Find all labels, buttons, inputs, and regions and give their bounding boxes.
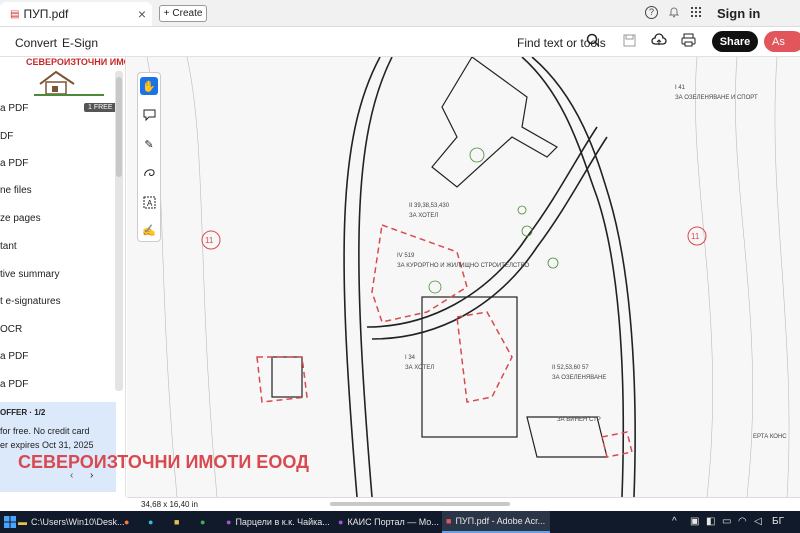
app-window: ▤ ПУП.pdf × + Create ? Sign in Convert E… [0,0,800,533]
company-logo: СЕВЕРОИЗТОЧНИ ИМОТИ [26,57,125,99]
ai-assistant-button[interactable]: As [764,31,800,52]
print-icon[interactable] [681,33,696,50]
taskbar-item-label: КАИС Портал — Мо... [347,517,439,527]
browser-icon: ● [226,517,232,527]
edge-icon[interactable]: ● [144,511,157,533]
tab-title: ПУП.pdf [23,7,69,21]
resort-desc: ЗА КУРОРТНО И ЖИЛИЩНО СТРОИТЕЛСТВО [397,263,529,269]
logo-text: СЕВЕРОИЗТОЧНИ ИМОТИ [26,57,125,67]
green2-desc: ЗА ОЗЕЛЕНЯВАНЕ [552,375,606,381]
sign-icon[interactable]: ✍ [140,221,158,239]
horizontal-scrollbar[interactable] [330,502,510,506]
plus-icon: + [163,8,170,19]
explorer-icon[interactable]: ■ [170,511,183,533]
tray-app-icon[interactable]: ▣ [690,516,699,527]
free-badge: 1 FREE [84,103,117,112]
pdf-icon: ▤ [10,8,20,20]
sidebar-scrollbar-thumb[interactable] [116,77,122,177]
browser-tab-bar: ▤ ПУП.pdf × + Create ? Sign in [0,0,800,27]
acrobat-icon: ■ [446,516,452,526]
convert-menu[interactable]: Convert [15,36,57,50]
hotel2-label: I 34 [405,355,416,361]
zone1-desc: ЗА ОЗЕЛЕНЯВАНЕ И СПОРТ [675,95,758,101]
taskbar-item-parceli[interactable]: ● Парцели в к.к. Чайка... [222,511,330,533]
erta-label: ЕРТА КОНС [753,434,787,440]
offer-panel: OFFER · 1/2 for free. No credit card er … [0,402,116,492]
watermark-text: СЕВЕРОИЗТОЧНИ ИМОТИ ЕООД [18,452,309,472]
firefox-icon[interactable]: ● [120,511,133,533]
hand-tool-icon[interactable]: ✋ [140,77,158,95]
pdf-document-view[interactable]: I 41 ЗА ОЗЕЛЕНЯВАНЕ И СПОРТ II 39,38,53,… [127,57,800,497]
sidebar-item-3[interactable]: ne files [0,185,32,196]
tray-device-icon[interactable]: ▭ [722,516,731,527]
sidebar-item-1[interactable]: DF [0,131,13,142]
comment-icon[interactable] [140,106,158,124]
cloud-upload-icon[interactable] [651,33,667,50]
pen-icon[interactable]: ✎ [140,135,158,153]
hotel1-label: II 39,38,53,430 [409,203,450,209]
main-toolbar: Convert E-Sign Find text or tools [0,27,800,57]
offer-line-2: er expires Oct 31, 2025 [0,440,94,450]
close-tab-icon[interactable]: × [138,6,146,22]
road-marker-label-right: 11 [691,232,700,241]
esign-menu[interactable]: E-Sign [62,36,98,50]
chrome-icon[interactable]: ● [196,511,209,533]
bell-icon[interactable] [668,6,680,21]
page-size-readout: 34,68 x 16,40 in [141,500,198,509]
sidebar-item-4[interactable]: ze pages [0,213,41,224]
draw-loop-icon[interactable] [140,164,158,182]
taskbar-item-label: ПУП.pdf - Adobe Acr... [455,516,546,526]
create-button[interactable]: + Create [159,5,207,22]
tab-pup-pdf[interactable]: ▤ ПУП.pdf × [0,2,152,26]
vertical-tools-panel: ✋ ✎ A ✍ [137,72,161,242]
resort-label: IV 519 [397,253,415,259]
road-marker-label-left: 11 [205,236,214,245]
offer-title: OFFER · 1/2 [0,408,46,417]
site-plan-drawing: I 41 ЗА ОЗЕЛЕНЯВАНЕ И СПОРТ II 39,38,53,… [127,57,800,497]
tray-network-icon[interactable]: ◧ [706,516,715,527]
svg-text:A: A [147,199,153,208]
tray-language[interactable]: БГ [772,516,784,527]
sidebar-item-8[interactable]: OCR [0,324,22,335]
sidebar-item-2[interactable]: a PDF [0,158,28,169]
sidebar-item-0[interactable]: a PDF [0,103,28,114]
taskbar-item-acrobat[interactable]: ■ ПУП.pdf - Adobe Acr... [442,511,550,533]
taskbar-item-label: Парцели в к.к. Чайка... [235,517,330,527]
text-select-icon[interactable]: A [140,193,158,211]
tools-sidebar: СЕВЕРОИЗТОЧНИ ИМОТИ 1 FREE a PDF DF a PD… [0,57,126,497]
hotel2-desc: ЗА ХОТЕЛ [405,365,434,371]
folder-icon: ▬ [18,517,27,527]
taskbar-item-explorer[interactable]: ▬ C:\Users\Win10\Desk... [14,511,125,533]
taskbar-item-label: C:\Users\Win10\Desk... [31,517,125,527]
taskbar-item-kais[interactable]: ● КАИС Портал — Мо... [334,511,439,533]
help-icon[interactable]: ? [645,6,658,19]
vino-label: ЗА ВИНЕН СТР [557,417,601,423]
sidebar-item-7[interactable]: t e-signatures [0,296,61,307]
zone1-label: I 41 [675,85,686,91]
search-icon[interactable] [586,33,600,50]
green2-label: II 52,53,60 57 [552,365,589,371]
grid-icon[interactable] [690,6,702,21]
offer-line-1: for free. No credit card [0,426,90,436]
create-label: Create [172,8,203,19]
sidebar-item-5[interactable]: tant [0,241,17,252]
windows-taskbar: ▬ C:\Users\Win10\Desk... ● ● ■ ● ● Парце… [0,511,800,533]
tray-wifi-icon[interactable]: ◠ [738,516,747,527]
sidebar-item-9[interactable]: a PDF [0,351,28,362]
house-logo-icon [34,70,104,96]
sidebar-item-6[interactable]: tive summary [0,269,59,280]
sign-in-link[interactable]: Sign in [717,6,760,21]
share-button[interactable]: Share [712,31,758,52]
save-icon[interactable] [623,34,636,50]
tray-volume-icon[interactable]: ◁ [754,516,762,527]
sidebar-item-10[interactable]: a PDF [0,379,28,390]
chevron-up-icon[interactable]: ^ [672,516,677,527]
hotel1-desc: ЗА ХОТЕЛ [409,213,438,219]
browser-icon: ● [338,517,344,527]
